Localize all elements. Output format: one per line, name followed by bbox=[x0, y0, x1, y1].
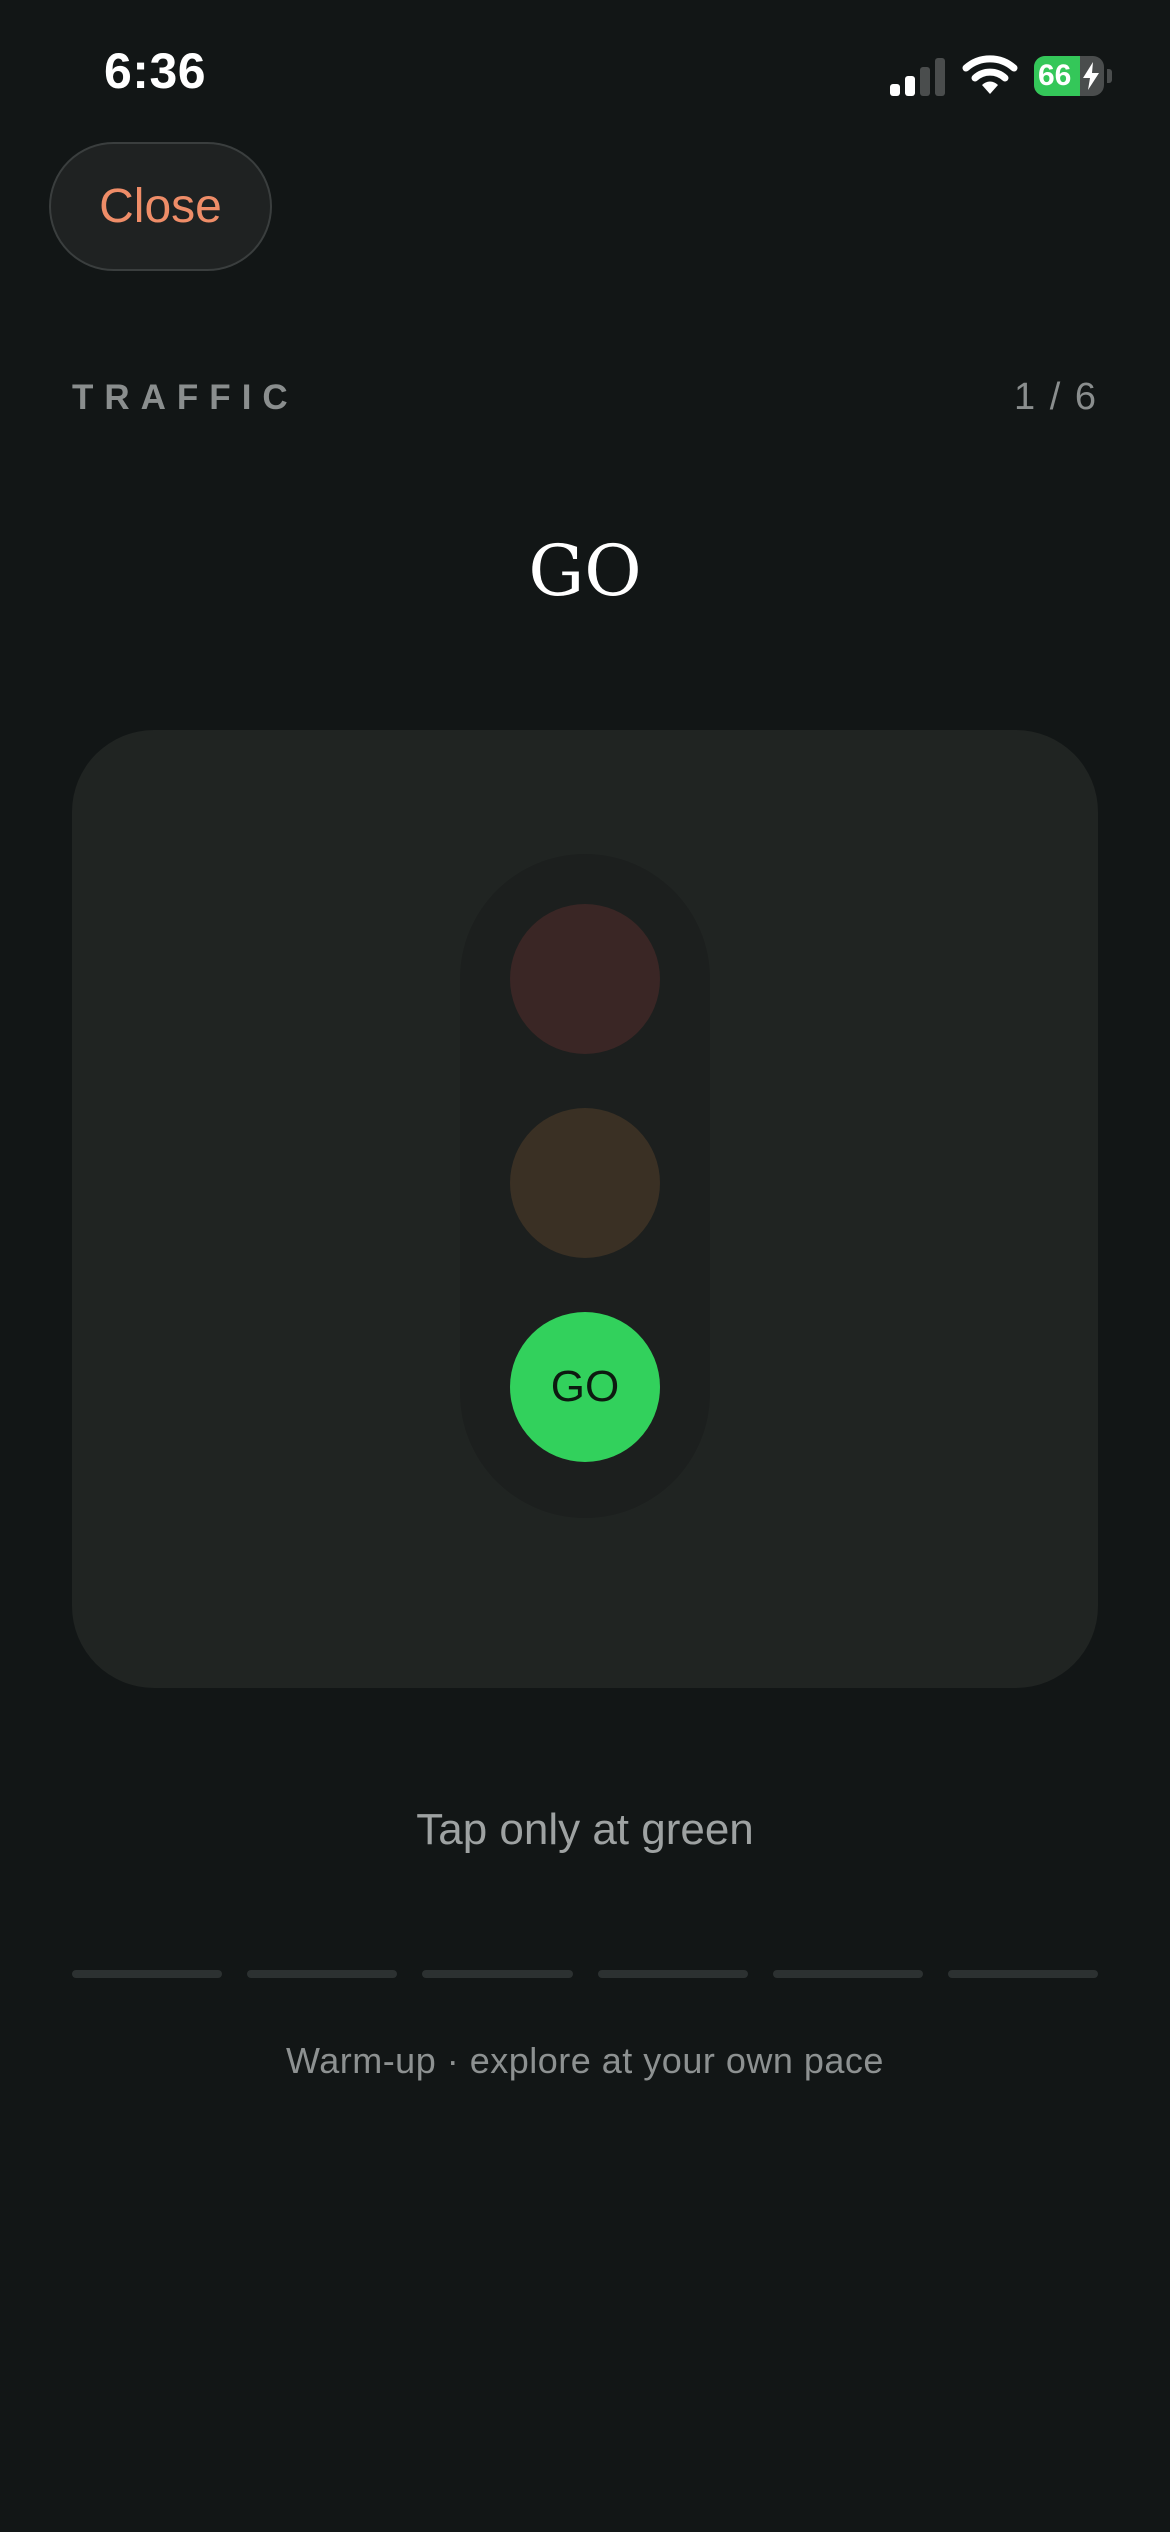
progress-segment bbox=[947, 1970, 1099, 1978]
progress-indicator bbox=[72, 1970, 1099, 1978]
status-time: 6:36 bbox=[104, 43, 207, 99]
close-button[interactable]: Close bbox=[49, 142, 272, 271]
cellular-signal-icon bbox=[890, 58, 945, 96]
progress-segment bbox=[422, 1970, 573, 1978]
progress-segment bbox=[597, 1970, 748, 1978]
progress-segment bbox=[772, 1970, 923, 1978]
status-icons: 66 bbox=[890, 52, 1120, 98]
battery-percent: 66 bbox=[1038, 59, 1072, 92]
screen: 6:36 66 Close TRAFFIC 1 / 6 GO GO Tap on… bbox=[0, 0, 1170, 2532]
traffic-light-card: GO bbox=[72, 730, 1098, 1688]
progress-segment bbox=[72, 1970, 223, 1978]
yellow-light[interactable] bbox=[510, 1108, 660, 1258]
battery-charging-icon: 66 bbox=[1034, 56, 1114, 96]
page-counter: 1 / 6 bbox=[1014, 376, 1098, 418]
green-light-go-button[interactable]: GO bbox=[510, 1312, 660, 1462]
instruction-text: Tap only at green bbox=[416, 1805, 754, 1854]
red-light[interactable] bbox=[510, 904, 660, 1054]
screen-title: GO bbox=[528, 530, 642, 612]
progress-segment bbox=[247, 1970, 398, 1978]
traffic-light-housing: GO bbox=[460, 854, 710, 1518]
footer-note: Warm-up · explore at your own pace bbox=[286, 2040, 884, 2081]
battery-tip bbox=[1107, 69, 1112, 83]
bolt-icon bbox=[1083, 62, 1099, 90]
section-label: TRAFFIC bbox=[72, 378, 299, 417]
wifi-icon bbox=[962, 55, 1018, 94]
